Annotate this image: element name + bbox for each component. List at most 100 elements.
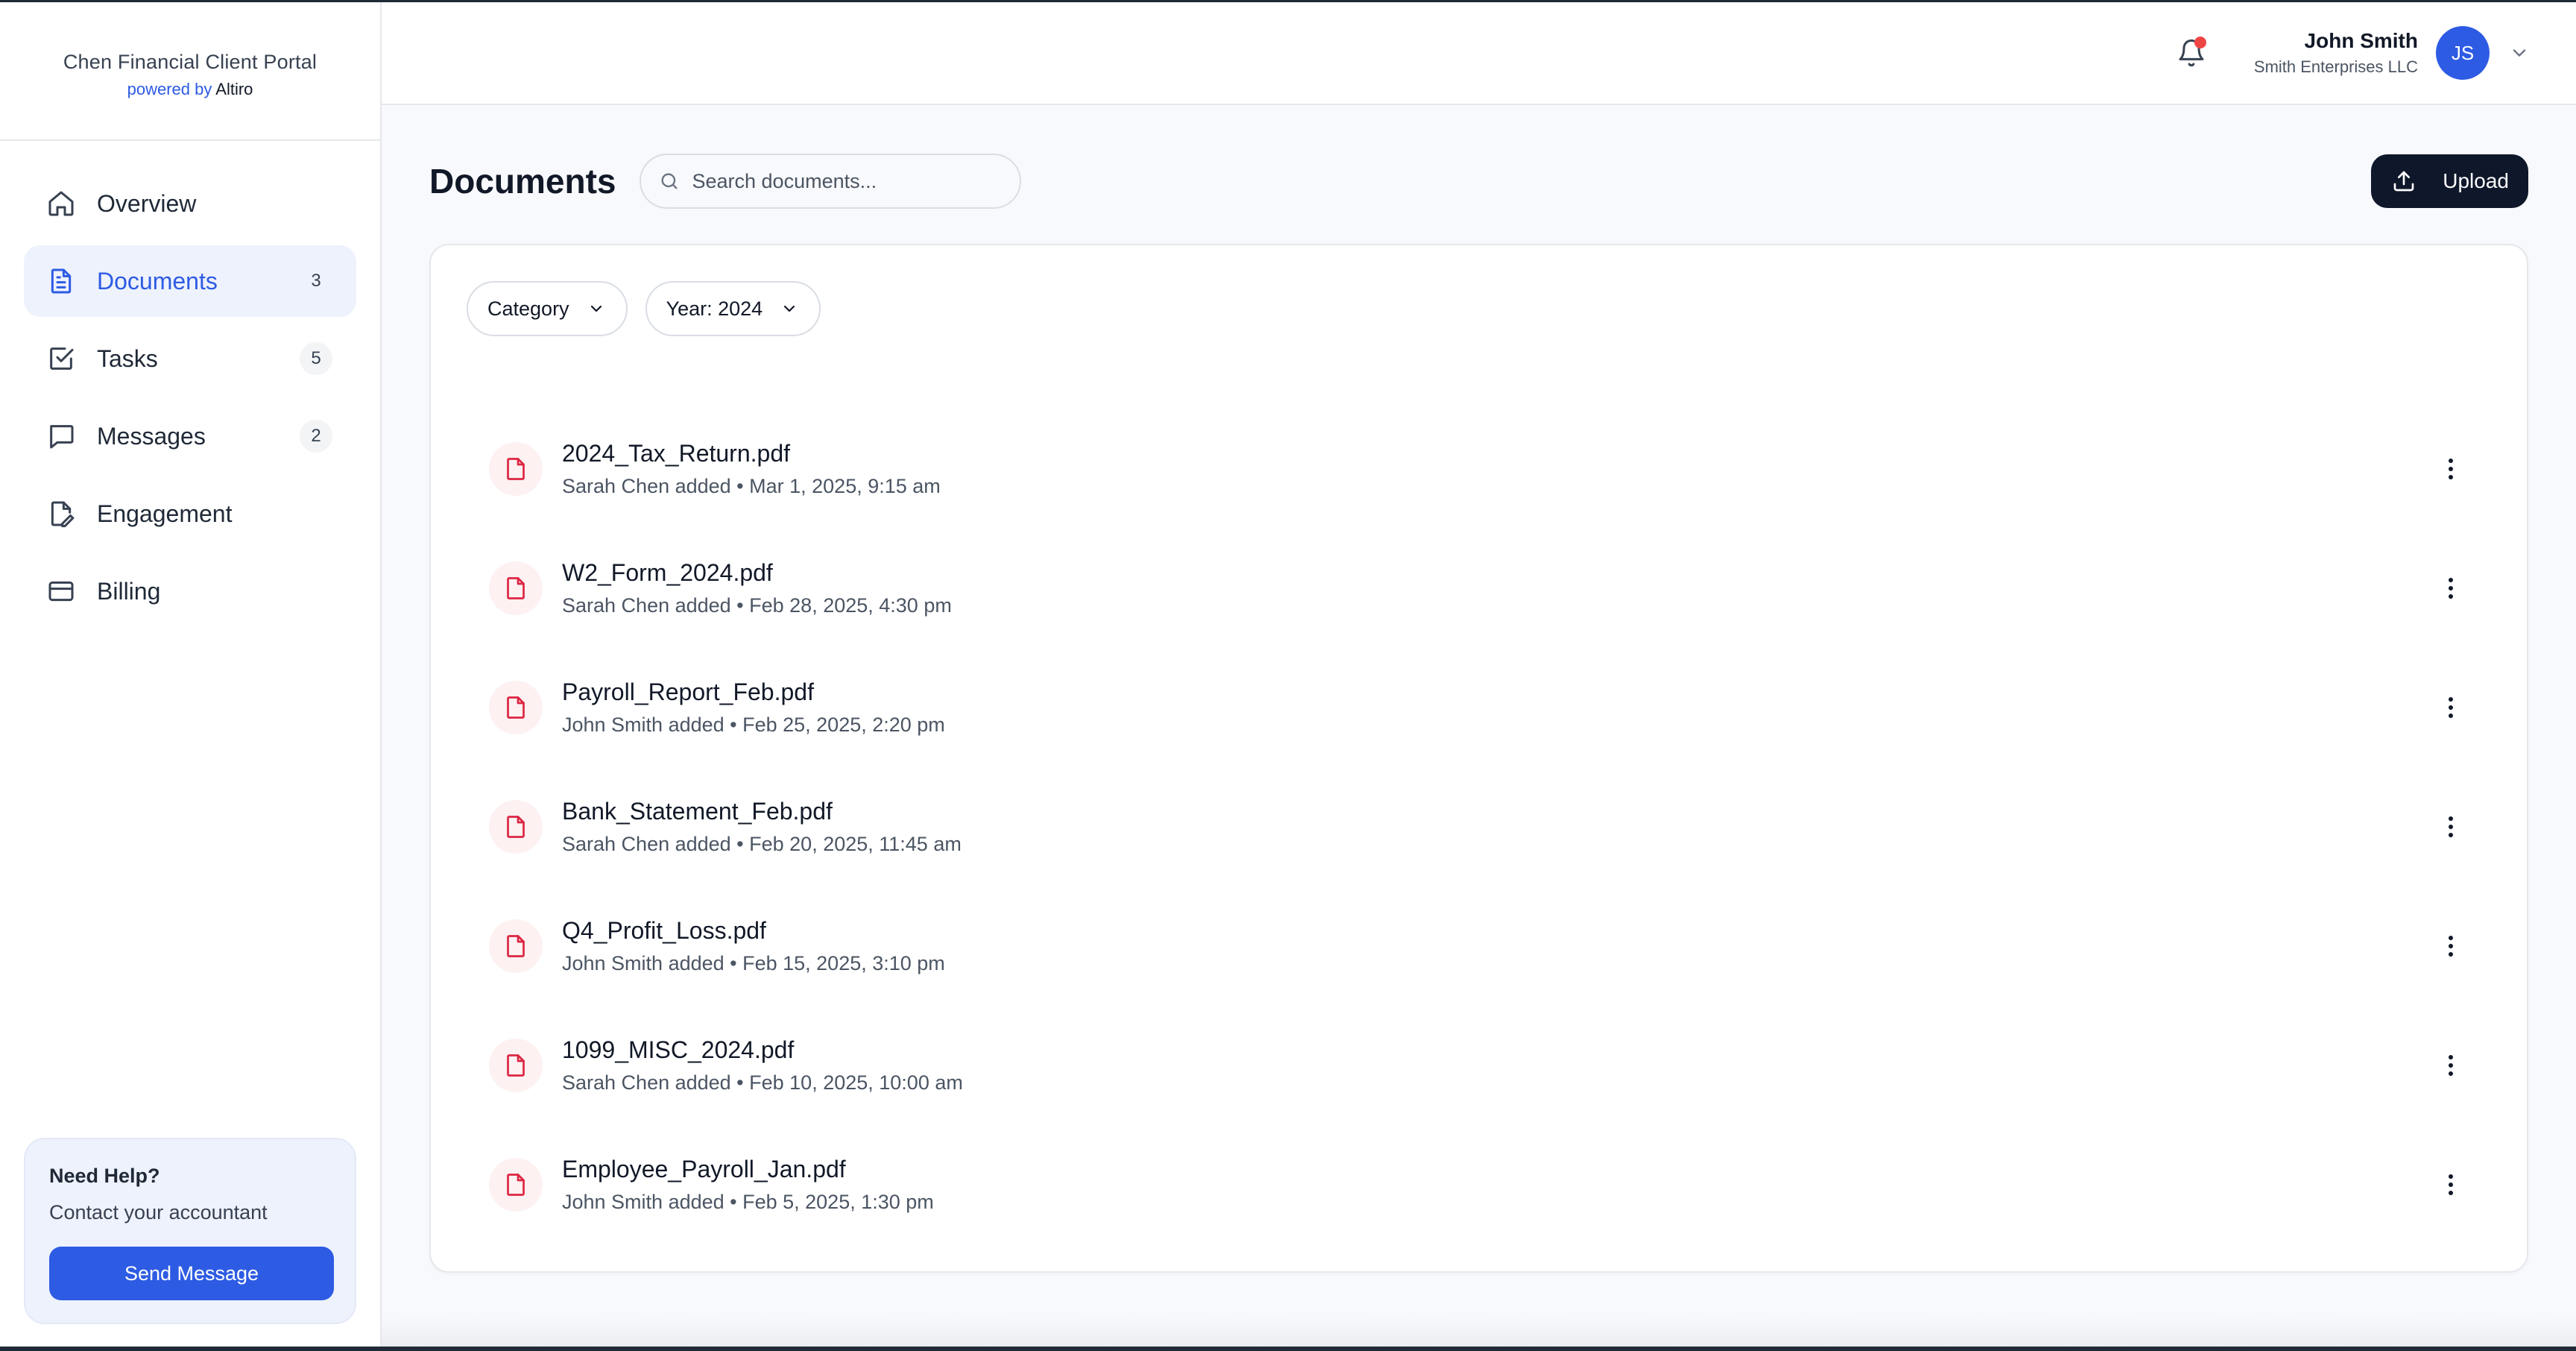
brand-powered-by: powered by Altiro [127,80,253,99]
pdf-file-icon [489,561,543,615]
pdf-file-icon [489,681,543,734]
document-icon [45,265,78,297]
list-item[interactable]: Q4_Profit_Loss.pdf John Smith added • Fe… [489,887,2469,1006]
notification-bell-icon[interactable] [2174,35,2209,71]
documents-card: Category Year: 2024 2024_Tax_Return.pdf … [429,244,2528,1273]
category-filter-label: Category [487,297,569,320]
document-info: Employee_Payroll_Jan.pdf John Smith adde… [562,1156,2433,1214]
list-item[interactable]: W2_Form_2024.pdf Sarah Chen added • Feb … [489,529,2469,648]
powered-by-prefix: powered by [127,79,212,98]
document-info: Bank_Statement_Feb.pdf Sarah Chen added … [562,798,2433,856]
more-options-icon[interactable] [2433,928,2469,964]
sidebar-item-label: Billing [97,577,161,605]
sidebar-item-label: Tasks [97,344,158,372]
list-item[interactable]: Bank_Statement_Feb.pdf Sarah Chen added … [489,767,2469,887]
pdf-file-icon [489,919,543,973]
more-options-icon[interactable] [2433,570,2469,606]
chevron-down-icon [780,299,800,318]
document-info: Q4_Profit_Loss.pdf John Smith added • Fe… [562,917,2433,975]
user-company: Smith Enterprises LLC [2253,57,2418,76]
list-item[interactable]: Employee_Payroll_Jan.pdf John Smith adde… [489,1125,2469,1244]
count-badge: 3 [311,271,321,291]
sidebar-item-billing[interactable]: Billing [24,555,356,627]
main-content: John Smith Smith Enterprises LLC JS Docu… [382,2,2576,1347]
upload-button[interactable]: Upload [2371,154,2528,208]
document-meta: Sarah Chen added • Feb 10, 2025, 10:00 a… [562,1071,963,1094]
document-info: W2_Form_2024.pdf Sarah Chen added • Feb … [562,559,2433,617]
page-header: Documents Upload [429,151,2528,211]
filter-bar: Category Year: 2024 [467,281,821,336]
credit-card-icon [45,575,78,608]
more-options-icon[interactable] [2433,451,2469,487]
chat-icon [45,420,78,453]
list-item[interactable]: Payroll_Report_Feb.pdf John Smith added … [489,648,2469,767]
sidebar-item-messages[interactable]: Messages 2 [24,400,356,472]
sidebar-nav: Overview Documents 3 Tasks 5 Messages 2 … [0,141,380,627]
document-meta: John Smith added • Feb 25, 2025, 2:20 pm [562,714,945,736]
top-bar: John Smith Smith Enterprises LLC JS [382,2,2576,105]
notification-dot [2194,37,2206,48]
document-name: Q4_Profit_Loss.pdf [562,917,766,944]
search-input[interactable] [692,169,1003,193]
page-title: Documents [429,162,616,201]
document-name: 2024_Tax_Return.pdf [562,440,790,467]
pdf-file-icon [489,1039,543,1092]
search-icon [659,170,681,192]
chevron-down-icon [587,299,607,318]
sidebar-item-tasks[interactable]: Tasks 5 [24,323,356,394]
document-name: 1099_MISC_2024.pdf [562,1036,795,1063]
more-options-icon[interactable] [2433,1048,2469,1083]
document-info: 2024_Tax_Return.pdf Sarah Chen added • M… [562,440,2433,498]
document-info: 1099_MISC_2024.pdf Sarah Chen added • Fe… [562,1036,2433,1095]
document-meta: Sarah Chen added • Mar 1, 2025, 9:15 am [562,475,941,497]
upload-label: Upload [2443,169,2509,192]
document-meta: Sarah Chen added • Feb 28, 2025, 4:30 pm [562,594,952,617]
home-icon [45,187,78,220]
list-item[interactable]: 1099_MISC_2024.pdf Sarah Chen added • Fe… [489,1006,2469,1125]
count-badge: 2 [300,420,332,453]
avatar[interactable]: JS [2436,26,2490,80]
app-window: Chen Financial Client Portal powered by … [0,0,2576,1351]
sidebar-item-label: Overview [97,189,197,217]
brand-title: Chen Financial Client Portal [63,50,318,73]
document-list: 2024_Tax_Return.pdf Sarah Chen added • M… [489,409,2469,1244]
document-meta: John Smith added • Feb 15, 2025, 3:10 pm [562,952,945,974]
sidebar-item-label: Messages [97,422,206,450]
document-info: Payroll_Report_Feb.pdf John Smith added … [562,678,2433,737]
send-message-button[interactable]: Send Message [49,1247,334,1300]
edit-document-icon [45,497,78,530]
sidebar-item-label: Documents [97,267,218,295]
more-options-icon[interactable] [2433,1167,2469,1203]
help-title: Need Help? [49,1165,160,1187]
search-box[interactable] [640,154,1022,209]
document-name: Bank_Statement_Feb.pdf [562,798,833,825]
more-options-icon[interactable] [2433,690,2469,725]
brand-header: Chen Financial Client Portal powered by … [0,2,380,141]
category-filter[interactable]: Category [467,281,628,336]
sidebar: Chen Financial Client Portal powered by … [0,2,382,1347]
document-meta: John Smith added • Feb 5, 2025, 1:30 pm [562,1191,934,1213]
checkbox-icon [45,342,78,375]
more-options-icon[interactable] [2433,809,2469,845]
sidebar-item-overview[interactable]: Overview [24,168,356,239]
upload-icon [2392,169,2417,194]
pdf-file-icon [489,442,543,496]
chevron-down-icon[interactable] [2507,41,2531,65]
bottom-shadow [382,1317,2576,1347]
document-meta: Sarah Chen added • Feb 20, 2025, 11:45 a… [562,833,962,855]
document-name: Employee_Payroll_Jan.pdf [562,1156,846,1182]
sidebar-item-engagement[interactable]: Engagement [24,478,356,549]
year-filter[interactable]: Year: 2024 [645,281,821,336]
help-text: Contact your accountant [49,1201,268,1224]
document-name: Payroll_Report_Feb.pdf [562,678,814,705]
user-info[interactable]: John Smith Smith Enterprises LLC [2254,29,2418,77]
powered-by-name: Altiro [215,79,253,98]
document-name: W2_Form_2024.pdf [562,559,773,586]
list-item[interactable]: 2024_Tax_Return.pdf Sarah Chen added • M… [489,409,2469,529]
sidebar-item-label: Engagement [97,500,233,527]
pdf-file-icon [489,1158,543,1212]
pdf-file-icon [489,800,543,854]
user-name: John Smith [2304,29,2418,52]
count-badge: 5 [300,342,332,375]
sidebar-item-documents[interactable]: Documents 3 [24,245,356,317]
